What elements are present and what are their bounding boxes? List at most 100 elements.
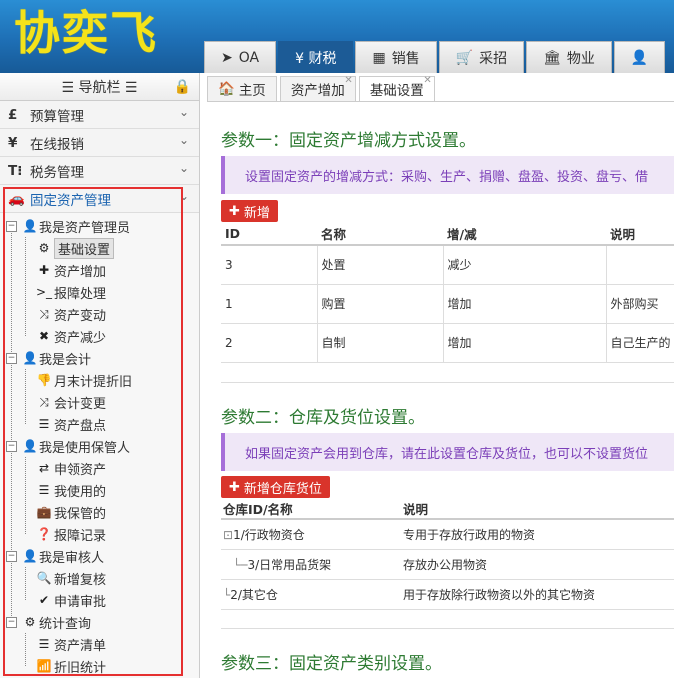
user-icon: 👤 bbox=[22, 549, 38, 563]
paper-plane-icon: ➤ bbox=[221, 49, 233, 66]
tree-item-claim-asset[interactable]: ⇄ 申领资产 bbox=[4, 457, 182, 479]
tree-group-accountant[interactable]: − 👤 我是会计 bbox=[4, 347, 182, 369]
list-icon: ☰ bbox=[38, 417, 50, 431]
shuffle-icon: ⤨ bbox=[39, 394, 49, 409]
col-desc: 说明 bbox=[401, 499, 674, 520]
check-icon: ✔ bbox=[38, 593, 50, 607]
tree-item-depreciation-stats[interactable]: 📶 折旧统计 bbox=[4, 655, 182, 677]
tree-item-asset-reduce[interactable]: ✖ 资产减少 bbox=[4, 325, 182, 347]
collapse-icon[interactable]: − bbox=[6, 440, 17, 452]
tab-home[interactable]: 🏠 主页 bbox=[207, 76, 277, 101]
add-button[interactable]: ✚ 新增 bbox=[221, 200, 278, 222]
cogs-icon: ⚙ bbox=[24, 615, 36, 629]
tree-item-fault-records[interactable]: ❓ 报障记录 bbox=[4, 523, 182, 545]
grid-icon: ▦ bbox=[372, 49, 386, 66]
tree-item-fault-handling[interactable]: >_ 报障处理 bbox=[4, 281, 182, 303]
tree-item-accounting-change[interactable]: ⤨ 会计变更 bbox=[4, 391, 182, 413]
warehouse-table: 仓库ID/名称 说明 ⊡1/行政物资仓 专用于存放行政用的物资 └─3/日常用品… bbox=[221, 499, 674, 610]
plus-icon: ✚ bbox=[229, 203, 240, 219]
section2-note: 如果固定资产会用到仓库，请在此设置仓库及货位，也可以不设置货位 bbox=[221, 433, 674, 471]
menu-budget[interactable]: £ 预算管理 ⌄ bbox=[0, 101, 199, 129]
terminal-icon: >_ bbox=[35, 285, 53, 299]
tree-item-new-review[interactable]: 🔍 新增复核 bbox=[4, 567, 182, 589]
chevron-down-icon: ⌄ bbox=[178, 133, 189, 147]
table-row[interactable]: └2/其它仓 用于存放除行政物资以外的其它物资 bbox=[221, 579, 674, 610]
section1-title: 参数一：固定资产增减方式设置。 bbox=[221, 131, 476, 151]
tree-item-my-used[interactable]: ☰ 我使用的 bbox=[4, 479, 182, 501]
user-icon: 👤 bbox=[630, 49, 649, 66]
bank-icon: 🏛 bbox=[543, 49, 561, 66]
tree-item-inventory[interactable]: ☰ 资产盘点 bbox=[4, 413, 182, 435]
tree-item-depreciation[interactable]: 👎 月末计提折旧 bbox=[4, 369, 182, 391]
collapse-icon[interactable]: − bbox=[6, 352, 17, 364]
search-icon: 🔍 bbox=[36, 571, 52, 585]
pound-icon: £ bbox=[8, 106, 18, 123]
table-row[interactable]: ⊡1/行政物资仓 专用于存放行政用的物资 bbox=[221, 519, 674, 550]
chevron-down-icon: ⌄ bbox=[178, 105, 189, 119]
section1-note: 设置固定资产的增减方式：采购、生产、捐赠、盘盈、投资、盘亏、借 bbox=[221, 156, 674, 194]
plus-icon: ✚ bbox=[229, 479, 240, 495]
close-icon[interactable]: ✕ bbox=[344, 75, 352, 86]
collapse-icon[interactable]: − bbox=[6, 550, 17, 562]
col-desc: 说明 bbox=[606, 223, 674, 246]
tab-basic-settings[interactable]: 基础设置 ✕ bbox=[358, 75, 435, 101]
tree-group-statistics[interactable]: − ⚙ 统计查询 bbox=[4, 611, 182, 633]
times-icon: ✖ bbox=[38, 329, 50, 343]
thumbs-down-icon: 👎 bbox=[36, 373, 52, 387]
tree-item-asset-add[interactable]: ✚ 资产增加 bbox=[4, 259, 182, 281]
table-row[interactable]: 2 自制 增加 自己生产的 bbox=[221, 323, 674, 363]
tree-branch-icon: └─ bbox=[233, 557, 248, 572]
home-icon: 🏠 bbox=[218, 81, 235, 97]
user-tie-icon: 👤 bbox=[22, 351, 38, 365]
col-name: 名称 bbox=[317, 223, 443, 246]
tab-asset-add[interactable]: 资产增加 ✕ bbox=[279, 75, 356, 101]
chevron-down-icon: ⌄ bbox=[178, 161, 189, 175]
user-icon: 👤 bbox=[22, 219, 38, 233]
plus-icon: ✚ bbox=[38, 263, 50, 277]
method-table: ID 名称 增/减 说明 3 处置 减少 1 购置 增加 外部购买 2 自制 增加 自己生产的 bbox=[221, 223, 674, 363]
top-header: 协奕飞 ➤ OA ¥ 财税 ▦ 销售 🛒 采招 🏛 物业 👤 bbox=[0, 0, 674, 73]
menu-reimbursement[interactable]: ¥ 在线报销 ⌄ bbox=[0, 129, 199, 157]
tab-user[interactable]: 👤 bbox=[613, 41, 666, 73]
tab-sales[interactable]: ▦ 销售 bbox=[355, 41, 437, 73]
menu-tax[interactable]: T⁝ 税务管理 ⌄ bbox=[0, 157, 199, 185]
tab-finance[interactable]: ¥ 财税 bbox=[278, 41, 354, 73]
text-height-icon: T⁝ bbox=[8, 162, 23, 179]
tree-group-reviewer[interactable]: − 👤 我是审核人 bbox=[4, 545, 182, 567]
section2-title: 参数二：仓库及货位设置。 bbox=[221, 408, 425, 428]
tree-item-basic-settings[interactable]: ⚙ 基础设置 bbox=[4, 237, 182, 259]
tree-node-icon: ⊡ bbox=[223, 527, 234, 542]
tree-item-asset-change[interactable]: ⤨ 资产变动 bbox=[4, 303, 182, 325]
question-icon: ❓ bbox=[36, 527, 52, 541]
divider bbox=[221, 382, 674, 383]
retweet-icon: ⇄ bbox=[38, 461, 50, 475]
section3-title: 参数三：固定资产类别设置。 bbox=[221, 654, 442, 674]
lock-icon[interactable]: 🔒 bbox=[174, 79, 191, 95]
signal-icon: 📶 bbox=[36, 659, 52, 673]
collapse-icon[interactable]: − bbox=[6, 220, 17, 232]
asset-tree: − 👤 我是资产管理员 ⚙ 基础设置 ✚ 资产增加 >_ 报障处理 ⤨ 资产变动 ✖ 资产减少… bbox=[4, 215, 182, 677]
app-logo: 协奕飞 bbox=[14, 6, 158, 60]
sidebar-title: ☰ 导航栏 ☰ 🔒 bbox=[0, 73, 199, 101]
tree-group-asset-admin[interactable]: − 👤 我是资产管理员 bbox=[4, 215, 182, 237]
module-tabs: ➤ OA ¥ 财税 ▦ 销售 🛒 采招 🏛 物业 👤 bbox=[204, 41, 667, 73]
add-warehouse-button[interactable]: ✚ 新增仓库货位 bbox=[221, 476, 330, 498]
tree-group-custodian[interactable]: − 👤 我是使用保管人 bbox=[4, 435, 182, 457]
tree-item-approval[interactable]: ✔ 申请审批 bbox=[4, 589, 182, 611]
table-row[interactable]: 3 处置 减少 bbox=[221, 245, 674, 285]
close-icon[interactable]: ✕ bbox=[423, 75, 431, 86]
table-row[interactable]: └─3/日常用品货架 存放办公用物资 bbox=[221, 549, 674, 580]
tab-property[interactable]: 🏛 物业 bbox=[526, 41, 612, 73]
collapse-icon[interactable]: − bbox=[6, 616, 17, 628]
shuffle-icon: ⤨ bbox=[39, 306, 49, 321]
tab-oa[interactable]: ➤ OA bbox=[204, 41, 277, 73]
cart-icon: 🛒 bbox=[455, 49, 474, 66]
gear-icon: ⚙ bbox=[38, 241, 50, 255]
col-warehouse: 仓库ID/名称 bbox=[221, 499, 401, 520]
briefcase-icon: 💼 bbox=[36, 505, 52, 519]
user-icon: 👤 bbox=[22, 439, 38, 453]
table-row[interactable]: 1 购置 增加 外部购买 bbox=[221, 284, 674, 324]
tree-item-asset-list[interactable]: ☰ 资产清单 bbox=[4, 633, 182, 655]
tab-purchase[interactable]: 🛒 采招 bbox=[438, 41, 525, 73]
tree-item-my-kept[interactable]: 💼 我保管的 bbox=[4, 501, 182, 523]
